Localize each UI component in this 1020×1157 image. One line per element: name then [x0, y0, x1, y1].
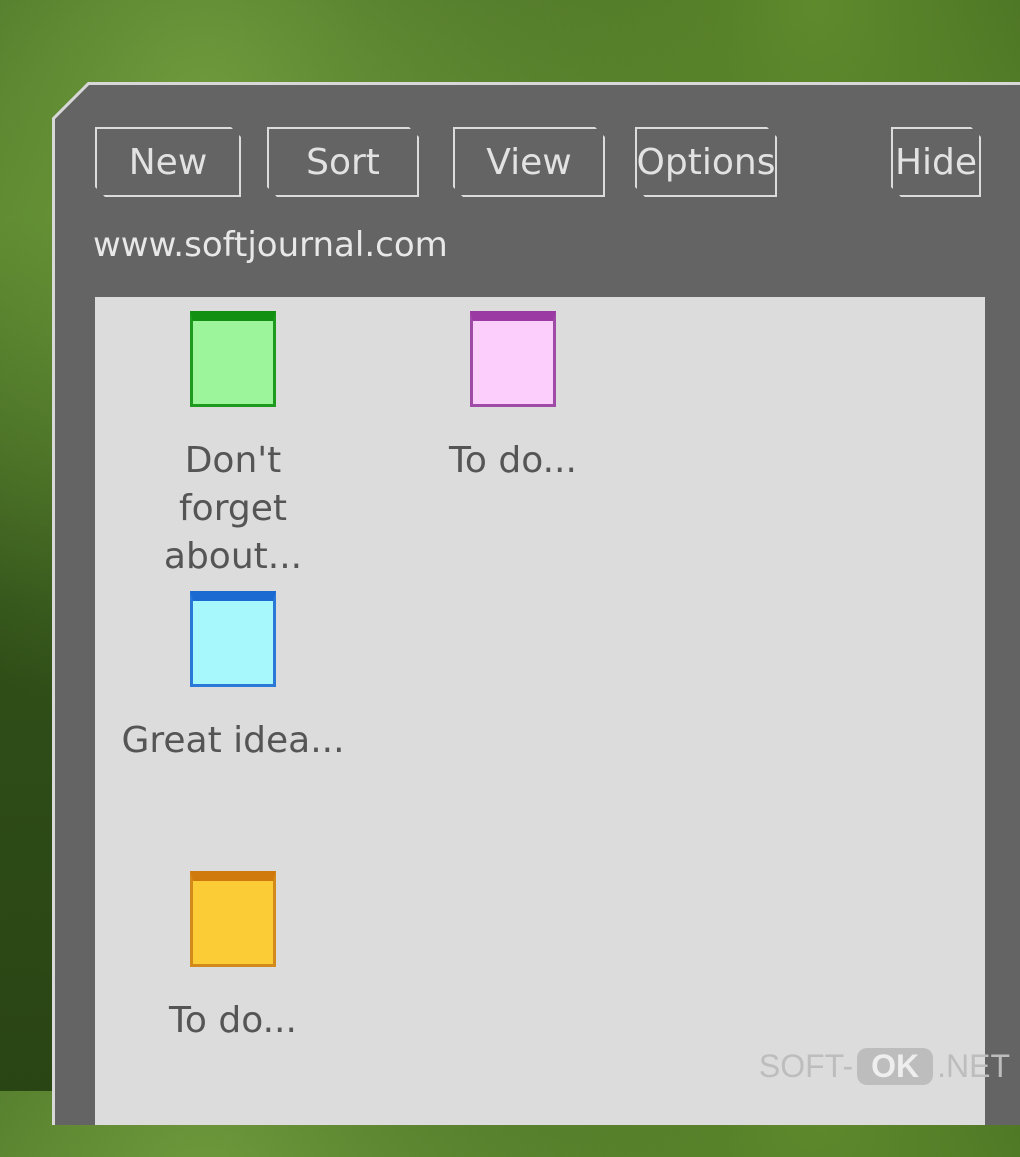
hide-button[interactable]: Hide — [891, 127, 981, 197]
notes-window: New Sort View Options Hide www.softjourn… — [52, 82, 1020, 1125]
note-item[interactable]: To do... — [393, 311, 633, 485]
note-icon[interactable] — [190, 591, 276, 687]
view-button[interactable]: View — [453, 127, 605, 197]
website-url[interactable]: www.softjournal.com — [93, 225, 448, 265]
note-label: Great idea... — [121, 720, 345, 761]
note-label: To do... — [449, 440, 577, 481]
note-item[interactable]: To do... — [113, 871, 353, 1045]
watermark: SOFT- OK .NET — [759, 1048, 1010, 1085]
note-item[interactable]: Don't forget about... — [113, 311, 353, 581]
watermark-ok: OK — [857, 1048, 934, 1085]
options-button[interactable]: Options — [635, 127, 777, 197]
new-button[interactable]: New — [95, 127, 241, 197]
note-icon[interactable] — [190, 311, 276, 407]
watermark-left: SOFT- — [758, 1048, 854, 1084]
notes-board: Don't forget about... To do... Great ide… — [95, 297, 985, 1125]
note-icon[interactable] — [190, 871, 276, 967]
note-label: To do... — [169, 1000, 297, 1041]
sort-button[interactable]: Sort — [267, 127, 419, 197]
note-item[interactable]: Great idea... — [113, 591, 353, 765]
note-label: Don't forget about... — [163, 440, 303, 577]
note-icon[interactable] — [470, 311, 556, 407]
watermark-right: .NET — [937, 1048, 1010, 1084]
